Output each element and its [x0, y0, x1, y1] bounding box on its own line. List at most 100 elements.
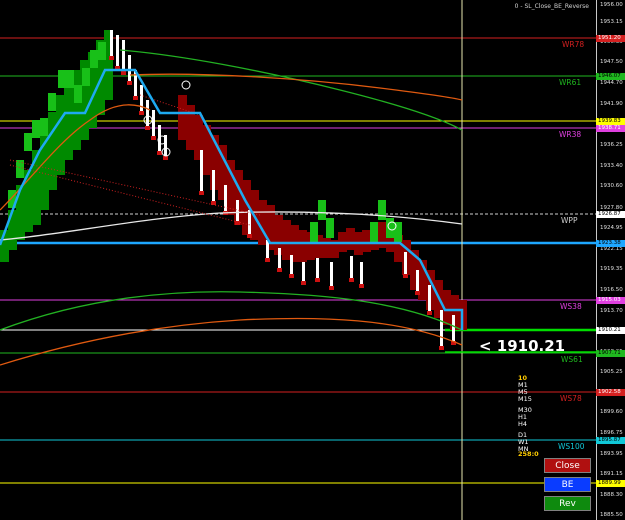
- bear-brick: [290, 225, 299, 234]
- bear-brick: [418, 296, 427, 300]
- bull-brick: [66, 70, 74, 88]
- candle-tip: [157, 151, 162, 155]
- bear-brick: [338, 232, 347, 241]
- candle-tip: [163, 156, 168, 160]
- candle-tip: [289, 274, 294, 278]
- close-button[interactable]: Close: [544, 458, 591, 473]
- bear-brick: [194, 142, 203, 151]
- price-scale-tick: 1947.50: [600, 59, 623, 65]
- candle-tip: [329, 286, 334, 290]
- break-even-button[interactable]: BE: [544, 477, 591, 492]
- ma-orange-lower[interactable]: [0, 317, 463, 366]
- bull-brick: [64, 91, 73, 100]
- candle-body: [200, 150, 203, 195]
- candle-tip: [439, 346, 444, 350]
- candle-body: [146, 100, 149, 130]
- bull-brick: [394, 222, 402, 242]
- trading-chart-window: 0 - SL_Close_BE_Reverse 1956.00 1953.15 19…: [0, 0, 625, 520]
- price-scale-tick: 1913.70: [600, 308, 623, 314]
- candle-tip: [145, 126, 150, 130]
- level-price-tag: 1907.71: [596, 350, 625, 357]
- bull-brick: [80, 60, 89, 69]
- candle-body: [140, 85, 143, 115]
- candle-tip: [109, 56, 114, 60]
- bull-brick: [80, 132, 89, 140]
- price-scale-tick: 1885.50: [600, 512, 623, 518]
- bull-brick: [32, 120, 40, 138]
- bull-brick: [96, 94, 105, 103]
- bull-brick: [48, 175, 57, 184]
- bull-brick: [64, 100, 73, 109]
- signal-marker-icon[interactable]: [181, 80, 191, 90]
- bear-brick: [250, 190, 259, 199]
- bear-brick: [298, 230, 307, 239]
- bear-brick: [330, 240, 339, 249]
- price-scale-tick: 1941.90: [600, 101, 623, 107]
- bull-brick: [56, 131, 65, 140]
- bear-brick: [178, 104, 187, 113]
- bull-brick: [104, 93, 113, 100]
- ma-green-upper[interactable]: [119, 49, 463, 131]
- bear-brick: [194, 133, 203, 142]
- bull-brick: [32, 195, 41, 204]
- indicator-title: 0 - SL_Close_BE_Reverse: [514, 3, 589, 10]
- bull-brick: [0, 248, 9, 257]
- bear-brick: [186, 141, 195, 150]
- bull-brick: [72, 142, 81, 150]
- bear-brick: [234, 170, 243, 179]
- candle-body: [330, 262, 333, 290]
- bear-brick: [458, 300, 467, 309]
- bull-brick: [72, 133, 81, 142]
- candle-tip: [415, 291, 420, 295]
- level-label: WPP: [561, 216, 578, 225]
- bear-brick: [194, 124, 203, 133]
- bull-brick: [48, 93, 56, 111]
- bear-brick: [258, 209, 267, 218]
- bear-brick: [282, 220, 291, 229]
- bear-brick: [266, 205, 275, 214]
- bull-brick: [56, 95, 65, 104]
- bear-brick: [210, 162, 219, 171]
- bear-brick: [298, 248, 307, 257]
- level-price-tag: 1939.83: [596, 118, 625, 125]
- bull-brick: [8, 228, 17, 237]
- ma-green-lower[interactable]: [0, 291, 463, 331]
- timeframe-item-m15[interactable]: M15: [518, 396, 532, 403]
- bull-brick: [82, 68, 90, 86]
- price-scale-tick: 1930.60: [600, 183, 623, 189]
- price-scale-tick: 1893.95: [600, 451, 623, 457]
- level-label: WS100: [558, 442, 585, 451]
- timeframe-counter-bottom: 258:0: [518, 450, 539, 458]
- candle-body: [224, 185, 227, 215]
- price-scale-tick: 1924.95: [600, 225, 623, 231]
- candle-tip: [133, 96, 138, 100]
- bear-brick: [226, 187, 235, 196]
- bear-brick: [418, 278, 427, 287]
- level-price-tag: 1910.21: [596, 327, 625, 334]
- bear-brick: [282, 229, 291, 238]
- bull-brick: [96, 103, 105, 112]
- bear-brick: [290, 243, 299, 252]
- candle-tip: [301, 281, 306, 285]
- bear-brick: [274, 233, 283, 242]
- bear-brick: [330, 249, 339, 258]
- bull-brick: [24, 188, 33, 197]
- timeframe-item-h4[interactable]: H4: [518, 421, 527, 428]
- price-chart-area[interactable]: [0, 0, 625, 520]
- bull-brick: [16, 212, 25, 221]
- bear-brick: [266, 214, 275, 223]
- bear-brick: [450, 304, 459, 313]
- bull-brick: [40, 166, 49, 175]
- bull-brick: [32, 177, 41, 186]
- reverse-button[interactable]: Rev: [544, 496, 591, 511]
- bear-brick: [378, 231, 387, 240]
- bear-brick: [178, 95, 187, 104]
- candle-tip: [359, 284, 364, 288]
- candle-body: [110, 30, 113, 60]
- bull-brick: [58, 70, 66, 88]
- bull-brick: [56, 104, 65, 113]
- candle-tip: [265, 258, 270, 262]
- bear-brick: [274, 215, 283, 224]
- bear-brick: [362, 248, 371, 252]
- bear-brick: [322, 247, 331, 256]
